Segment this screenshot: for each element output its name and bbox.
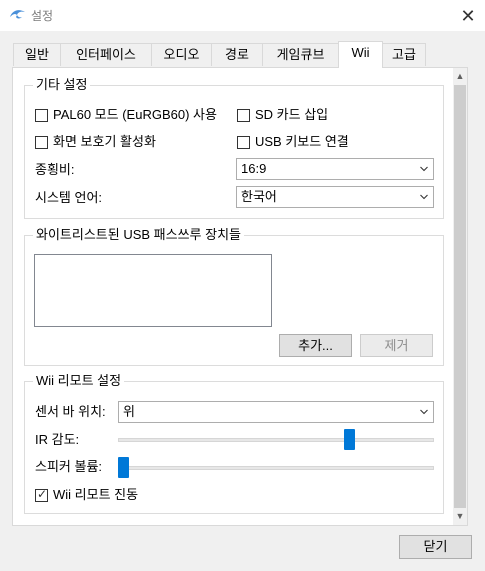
- usb-keyboard-checkbox[interactable]: [237, 136, 250, 149]
- scroll-up-icon[interactable]: ▲: [453, 68, 467, 85]
- system-language-label: 시스템 언어:: [35, 190, 103, 205]
- tab-interface[interactable]: 인터페이스: [60, 43, 152, 66]
- misc-settings-group: 기타 설정 PAL60 모드 (EuRGB60) 사용 SD 카드 삽입 화면 …: [24, 77, 444, 219]
- usb-device-list[interactable]: [34, 254, 272, 327]
- scrollbar-thumb[interactable]: [454, 85, 466, 508]
- wiimote-settings-group: Wii 리모트 설정 센서 바 위치: 위 IR 감도: 스피커 볼륨: ✓ W…: [24, 373, 444, 514]
- ir-sensitivity-label: IR 감도:: [35, 432, 80, 447]
- usb-keyboard-label[interactable]: USB 키보드 연결: [255, 134, 349, 150]
- tab-gamecube[interactable]: 게임큐브: [262, 43, 339, 66]
- speaker-volume-label: 스피커 볼륨:: [35, 459, 103, 474]
- tab-audio[interactable]: 오디오: [151, 43, 212, 66]
- system-language-value: 한국어: [241, 189, 277, 204]
- misc-settings-title: 기타 설정: [33, 77, 91, 93]
- pal60-checkbox[interactable]: [35, 109, 48, 122]
- ir-sensitivity-thumb[interactable]: [343, 429, 355, 450]
- title-bar: 설정 ✕: [0, 0, 485, 31]
- tab-advanced[interactable]: 고급: [382, 43, 426, 66]
- system-language-select[interactable]: 한국어: [236, 186, 434, 208]
- wiimote-rumble-label[interactable]: Wii 리모트 진동: [53, 487, 138, 503]
- sensor-bar-label: 센서 바 위치:: [35, 404, 106, 419]
- chevron-down-icon: [420, 409, 428, 415]
- checkmark-icon: ✓: [37, 487, 48, 501]
- wiimote-rumble-checkbox[interactable]: ✓: [35, 487, 48, 502]
- close-icon[interactable]: ✕: [457, 5, 479, 27]
- pal60-label[interactable]: PAL60 모드 (EuRGB60) 사용: [53, 107, 217, 123]
- ir-sensitivity-slider[interactable]: [118, 438, 434, 442]
- sensor-bar-select[interactable]: 위: [118, 401, 434, 423]
- sd-card-label[interactable]: SD 카드 삽입: [255, 107, 328, 123]
- tab-paths[interactable]: 경로: [211, 43, 263, 66]
- wii-settings-panel: 기타 설정 PAL60 모드 (EuRGB60) 사용 SD 카드 삽입 화면 …: [12, 67, 468, 526]
- scroll-down-icon[interactable]: ▼: [453, 508, 467, 525]
- chevron-down-icon: [420, 166, 428, 172]
- sensor-bar-value: 위: [123, 404, 135, 419]
- aspect-ratio-label: 종횡비:: [35, 162, 75, 177]
- screensaver-checkbox[interactable]: [35, 136, 48, 149]
- sd-card-checkbox[interactable]: [237, 109, 250, 122]
- tab-general[interactable]: 일반: [13, 43, 61, 66]
- remove-device-button[interactable]: 제거: [360, 334, 433, 357]
- wiimote-settings-title: Wii 리모트 설정: [33, 373, 125, 389]
- add-device-button[interactable]: 추가...: [279, 334, 352, 357]
- aspect-ratio-value: 16:9: [241, 161, 267, 176]
- chevron-down-icon: [420, 194, 428, 200]
- aspect-ratio-select[interactable]: 16:9: [236, 158, 434, 180]
- window-title: 설정: [31, 9, 54, 23]
- close-button[interactable]: 닫기: [399, 535, 472, 559]
- usb-passthrough-title: 와이트리스트된 USB 패스쓰루 장치들: [33, 227, 245, 243]
- speaker-volume-slider[interactable]: [118, 466, 434, 470]
- screensaver-label[interactable]: 화면 보호기 활성화: [53, 134, 156, 150]
- dolphin-icon: [10, 10, 25, 19]
- speaker-volume-thumb[interactable]: [118, 457, 129, 478]
- vertical-scrollbar[interactable]: ▲ ▼: [453, 68, 467, 525]
- settings-window: 설정 ✕ 일반 인터페이스 오디오 경로 게임큐브 Wii 고급 기타 설정 P…: [0, 0, 485, 571]
- tab-wii[interactable]: Wii: [338, 41, 383, 68]
- usb-passthrough-group: 와이트리스트된 USB 패스쓰루 장치들 추가... 제거: [24, 227, 444, 366]
